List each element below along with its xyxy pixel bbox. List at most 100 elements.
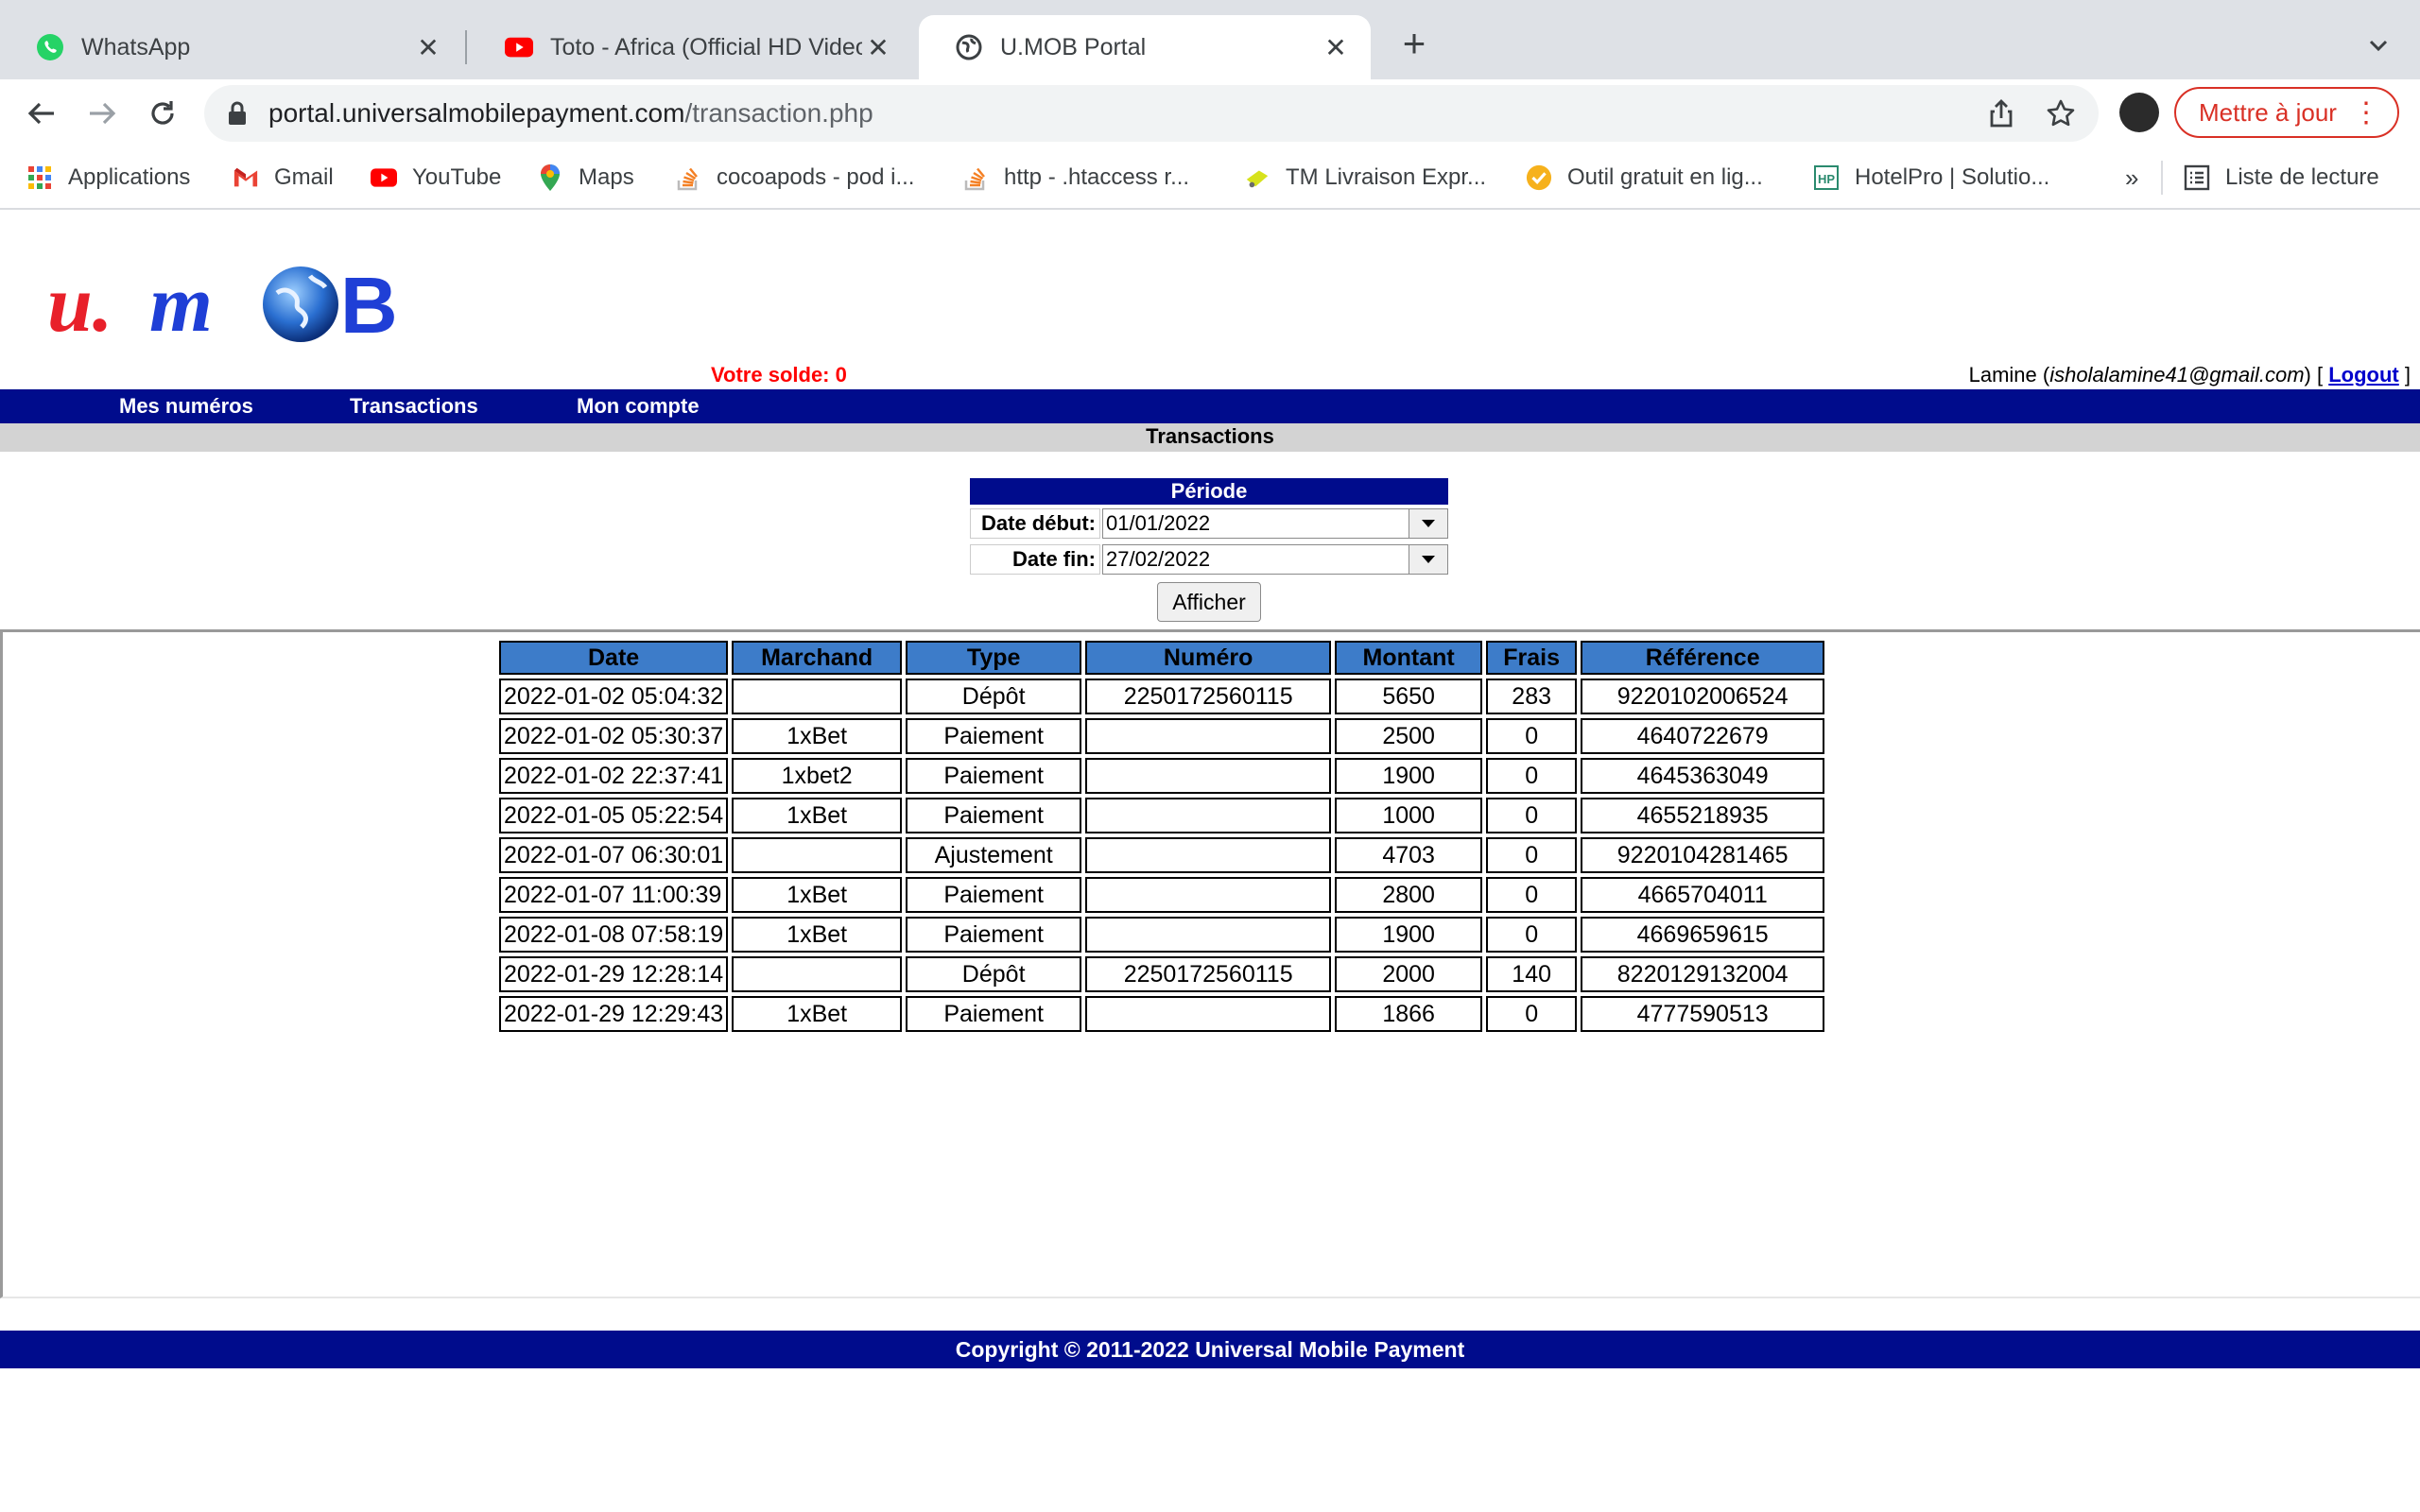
cell-type: Paiement (906, 917, 1082, 953)
address-bar[interactable]: portal.universalmobilepayment.com/transa… (204, 85, 2099, 142)
browser-tab-strip: WhatsApp ✕ Toto - Africa (Official HD Vi… (0, 0, 2420, 79)
tab-title: U.MOB Portal (1000, 33, 1147, 60)
bookmark-maps[interactable]: Maps (537, 161, 634, 195)
cell-reference: 9220104281465 (1581, 837, 1825, 873)
cell-reference: 4640722679 (1581, 718, 1825, 754)
dropdown-arrow-icon[interactable] (1409, 509, 1447, 538)
table-row: 2022-01-05 05:22:54 1xBet Paiement 1000 0 465… (499, 798, 1825, 833)
bookmark-htaccess[interactable]: http - .htaccess r... (962, 161, 1189, 195)
bookmark-gmail[interactable]: Gmail (233, 161, 334, 195)
more-bookmarks-chevron-icon[interactable]: » (2125, 161, 2138, 195)
cell-marchand (732, 837, 903, 873)
user-bracket-close: ] (2398, 363, 2411, 387)
bookmark-youtube[interactable]: YouTube (371, 161, 501, 195)
cell-numero: 2250172560115 (1085, 956, 1332, 992)
bookmark-cocoapods[interactable]: cocoapods - pod i... (675, 161, 914, 195)
check-badge-icon (1526, 164, 1552, 191)
tab-search-chevron-icon[interactable] (2360, 26, 2397, 64)
cell-numero: 2250172560115 (1085, 679, 1332, 714)
maps-pin-icon (537, 164, 563, 191)
afficher-button[interactable]: Afficher (1157, 582, 1261, 622)
bookmark-label: Outil gratuit en lig... (1567, 164, 1763, 190)
start-date-value: 01/01/2022 (1106, 511, 1211, 535)
table-row: 2022-01-29 12:29:43 1xBet Paiement 1866 0 477… (499, 996, 1825, 1032)
table-row: 2022-01-02 22:37:41 1xbet2 Paiement 1900 0 46… (499, 758, 1825, 794)
globe-icon (955, 33, 983, 61)
cell-date: 2022-01-02 05:30:37 (499, 718, 729, 754)
cell-type: Dépôt (906, 679, 1082, 714)
cell-marchand: 1xBet (732, 877, 903, 913)
cell-montant: 1866 (1335, 996, 1483, 1032)
cell-montant: 5650 (1335, 679, 1483, 714)
cell-reference: 4665704011 (1581, 877, 1825, 913)
transactions-body: 2022-01-02 05:04:32 Dépôt 2250172560115 565… (499, 679, 1825, 1032)
end-date-select[interactable]: 27/02/2022 (1102, 544, 1448, 575)
svg-text:B: B (340, 261, 398, 350)
reading-list-button[interactable]: Liste de lecture (2184, 161, 2379, 195)
tab-youtube[interactable]: Toto - Africa (Official HD Video) ✕ (469, 15, 913, 79)
dropdown-arrow-icon[interactable] (1409, 545, 1447, 574)
cell-montant: 2800 (1335, 877, 1483, 913)
update-button-label: Mettre à jour (2199, 97, 2337, 127)
column-header-type: Type (906, 641, 1082, 675)
share-icon[interactable] (1987, 98, 2015, 133)
bookmark-outil-gratuit[interactable]: Outil gratuit en lig... (1526, 161, 1763, 195)
cell-reference: 4669659615 (1581, 917, 1825, 953)
cell-type: Dépôt (906, 956, 1082, 992)
user-email: isholalamine41@gmail.com (2049, 363, 2305, 387)
cell-montant: 2000 (1335, 956, 1483, 992)
cell-type: Ajustement (906, 837, 1082, 873)
start-date-select[interactable]: 01/01/2022 (1102, 508, 1448, 539)
start-date-label: Date début: (970, 508, 1100, 539)
cell-marchand: 1xBet (732, 917, 903, 953)
column-header-frais: Frais (1486, 641, 1578, 675)
nav-mes-numeros[interactable]: Mes numéros (119, 394, 253, 419)
bookmark-star-icon[interactable] (2046, 98, 2076, 133)
tab-separator (465, 30, 467, 64)
cell-reference: 4777590513 (1581, 996, 1825, 1032)
cell-marchand: 1xBet (732, 718, 903, 754)
bookmark-label: Applications (68, 164, 191, 190)
cell-marchand (732, 956, 903, 992)
update-browser-button[interactable]: Mettre à jour ⋮ (2174, 87, 2399, 138)
reading-list-label: Liste de lecture (2225, 164, 2379, 190)
cell-frais: 0 (1486, 917, 1578, 953)
profile-avatar[interactable] (2119, 93, 2159, 132)
cell-numero (1085, 718, 1332, 754)
close-icon[interactable]: ✕ (412, 31, 444, 63)
reload-icon[interactable] (142, 93, 183, 134)
nav-transactions[interactable]: Transactions (350, 394, 478, 419)
cell-type: Paiement (906, 798, 1082, 833)
url-text: portal.universalmobilepayment.com/transa… (268, 98, 873, 129)
main-nav: Mes numéros Transactions Mon compte (0, 389, 2420, 423)
close-icon[interactable]: ✕ (862, 31, 894, 63)
bookmark-applications[interactable]: Applications (26, 161, 190, 195)
cell-montant: 2500 (1335, 718, 1483, 754)
lock-icon[interactable] (227, 100, 248, 131)
new-tab-plus-icon[interactable]: + (1393, 21, 1435, 65)
nav-mon-compte[interactable]: Mon compte (577, 394, 700, 419)
bookmarks-bar: Applications Gmail YouTube Maps cocoapod… (0, 147, 2420, 210)
close-icon[interactable]: ✕ (1320, 31, 1352, 63)
tab-umob-portal[interactable]: U.MOB Portal ✕ (919, 15, 1371, 79)
cell-frais: 0 (1486, 877, 1578, 913)
cell-frais: 0 (1486, 837, 1578, 873)
kebab-menu-icon[interactable]: ⋮ (2352, 96, 2380, 130)
bookmark-tm-livraison[interactable]: TM Livraison Expr... (1244, 161, 1486, 195)
url-path: /transaction.php (684, 98, 873, 128)
svg-text:m: m (149, 258, 213, 349)
tab-whatsapp[interactable]: WhatsApp ✕ (0, 15, 463, 79)
cell-date: 2022-01-07 11:00:39 (499, 877, 729, 913)
forward-arrow-icon[interactable] (81, 93, 123, 134)
end-date-value: 27/02/2022 (1106, 547, 1211, 571)
table-header-row: Date Marchand Type Numéro Montant Frais … (499, 641, 1825, 675)
cell-date: 2022-01-29 12:28:14 (499, 956, 729, 992)
youtube-icon (371, 164, 397, 191)
cell-date: 2022-01-02 05:04:32 (499, 679, 729, 714)
bookmark-label: Maps (579, 164, 634, 190)
bookmark-hotelpro[interactable]: HP HotelPro | Solutio... (1813, 161, 2049, 195)
back-arrow-icon[interactable] (21, 93, 62, 134)
bookmark-label: Gmail (274, 164, 334, 190)
bookmark-label: YouTube (412, 164, 502, 190)
logout-link[interactable]: Logout (2328, 363, 2399, 387)
